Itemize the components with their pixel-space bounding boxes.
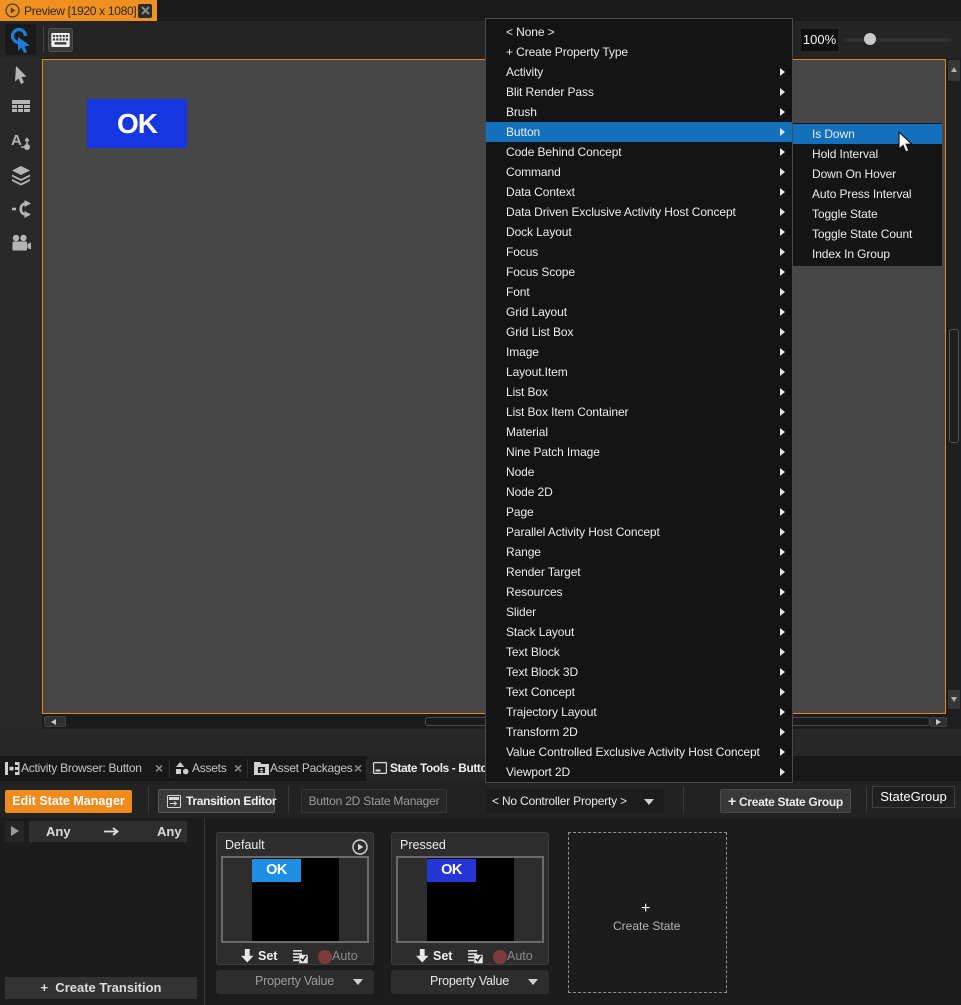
svg-text:A: A — [11, 132, 22, 149]
